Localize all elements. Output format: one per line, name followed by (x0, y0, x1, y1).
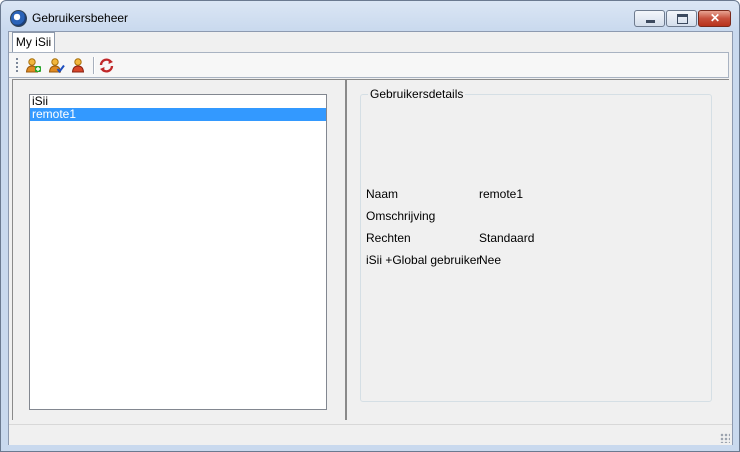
user-details-panel: Gebruikersdetails Naam remote1 Omschrijv… (345, 79, 729, 420)
detail-label: Omschrijving (366, 209, 436, 223)
client-area: My iSii iSii remote1 Gebruikersdetails N… (8, 31, 733, 445)
toolbar-separator (93, 57, 95, 74)
user-listbox[interactable]: iSii remote1 (29, 94, 327, 410)
refresh-icon (99, 58, 114, 73)
toolbar (9, 52, 729, 78)
detail-value: Standaard (479, 231, 535, 245)
list-item[interactable]: remote1 (30, 108, 326, 121)
detail-label: iSii +Global gebruiker (366, 253, 481, 267)
toolbar-grip[interactable] (16, 58, 20, 72)
status-bar (9, 424, 732, 445)
edit-user-icon (48, 58, 65, 74)
edit-user-button[interactable] (48, 57, 65, 74)
window-title: Gebruikersbeheer (32, 11, 129, 25)
resize-grip[interactable] (720, 433, 730, 443)
maximize-button[interactable] (666, 10, 697, 27)
title-bar[interactable]: Gebruikersbeheer (1, 1, 739, 31)
split-container: iSii remote1 Gebruikersdetails Naam remo… (11, 79, 729, 420)
app-icon[interactable] (10, 10, 27, 27)
detail-value: remote1 (479, 187, 524, 201)
group-title: Gebruikersdetails (368, 87, 466, 101)
detail-label: Rechten (366, 231, 411, 245)
user-details-group: Gebruikersdetails (360, 87, 712, 402)
delete-user-icon (71, 58, 85, 73)
delete-user-button[interactable] (70, 57, 87, 74)
close-button[interactable] (698, 10, 731, 27)
detail-label: Naam (366, 187, 399, 201)
minimize-button[interactable] (634, 10, 665, 27)
refresh-button[interactable] (98, 57, 115, 74)
add-user-icon (25, 58, 41, 73)
tab-my-isii[interactable]: My iSii (12, 32, 55, 52)
detail-value: Nee (479, 253, 502, 267)
app-window: Gebruikersbeheer My iSii (0, 0, 740, 452)
add-user-button[interactable] (25, 57, 42, 74)
user-list-panel: iSii remote1 (12, 79, 346, 420)
